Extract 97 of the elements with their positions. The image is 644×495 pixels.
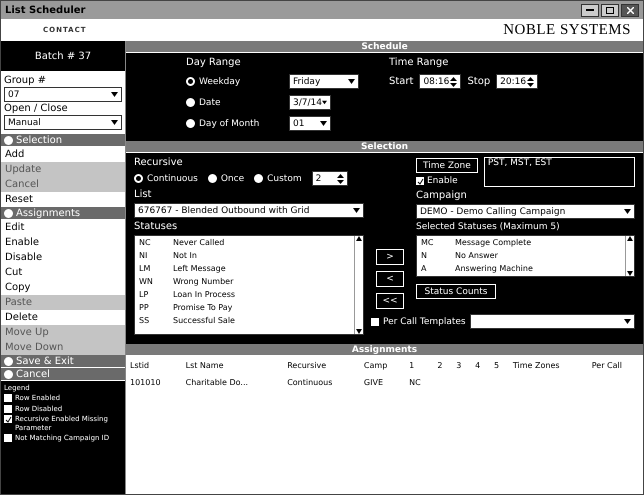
column-header: Lst Name (184, 360, 225, 372)
open-close-dropdown[interactable]: Manual (4, 115, 122, 130)
field-label: Selected Statuses (Maximum 5) (416, 222, 561, 232)
table-cell-text: Charitable Do... (184, 377, 250, 389)
list-row[interactable]: MC Message Complete (417, 236, 624, 249)
section-header: Selection (126, 141, 643, 153)
radio-button[interactable]: Date (186, 98, 281, 108)
campaign-dropdown[interactable]: DEMO - Demo Calling Campaign (416, 204, 635, 219)
checkbox[interactable] (371, 318, 379, 326)
time-zone-button[interactable]: Time Zone (416, 158, 478, 173)
list-row[interactable]: LP Loan In Process (135, 288, 353, 301)
column-header: 3 (455, 360, 462, 372)
maximize-button[interactable] (601, 4, 619, 16)
section-title: Selection (16, 134, 62, 146)
action-button[interactable]: Cancel (1, 368, 125, 381)
caret-icon (624, 319, 631, 324)
caret-icon (353, 208, 360, 213)
column-header: Camp (362, 360, 388, 372)
status-counts-button[interactable]: Status Counts (416, 284, 496, 299)
list-row[interactable]: LM Left Message (135, 262, 353, 275)
count-field[interactable]: 2 (312, 171, 348, 186)
radio-button[interactable]: Once (208, 174, 244, 184)
start-time-field[interactable]: 08:16 (419, 74, 462, 89)
circle-icon (4, 370, 13, 378)
radio-button[interactable]: Continuous (134, 174, 198, 184)
stop-time-field[interactable]: 20:16 (496, 74, 538, 89)
field-label: List (134, 189, 152, 200)
field-label: Stop (467, 76, 490, 87)
column-header: 2 (436, 360, 444, 372)
field-label: Start (389, 76, 414, 87)
spinner-icon (527, 76, 534, 86)
radio-button[interactable]: Day of Month (186, 118, 281, 128)
day-dropdown[interactable]: Friday (289, 74, 359, 89)
field-label: Group # (4, 75, 48, 86)
move-button[interactable]: > (376, 249, 404, 265)
column-header: 5 (493, 360, 500, 372)
move-button[interactable]: << (376, 293, 404, 309)
close-icon (626, 6, 634, 14)
brand-logo: NOBLE SYSTEMS (503, 22, 631, 38)
caret-icon (111, 120, 118, 125)
maximize-icon (606, 6, 614, 14)
spinner-icon (450, 76, 458, 86)
action-button[interactable]: Save & Exit (1, 355, 125, 368)
caret-icon (111, 92, 118, 97)
table-cell-text: GIVE (362, 377, 384, 389)
field-label: Day Range (186, 57, 242, 68)
day-dropdown[interactable]: 01 (289, 116, 331, 131)
field-label: Recursive (134, 157, 184, 168)
caret-icon (348, 79, 355, 84)
spinner-icon (336, 174, 344, 184)
batch-title: Batch # 37 (1, 41, 125, 71)
column-header: 1 (408, 360, 416, 372)
time-zones-field[interactable]: PST, MST, EST (484, 157, 635, 187)
scroll-down-icon (627, 271, 633, 276)
table-cell-text: 101010 (129, 377, 162, 389)
checkbox-label: Per Call Templates (383, 316, 466, 326)
caret-icon (624, 209, 631, 214)
move-button[interactable]: < (376, 271, 404, 287)
group-dropdown[interactable]: 07 (4, 87, 122, 102)
circle-icon (4, 356, 13, 366)
caret-icon (322, 100, 327, 105)
table-cell-text: Continuous (286, 377, 334, 389)
column-header: Per Call (590, 360, 623, 372)
list-row[interactable]: A Answering Machine (417, 262, 624, 275)
window-title: List Scheduler (5, 4, 86, 16)
list-dropdown[interactable]: 676767 - Blended Outbound with Grid (134, 203, 364, 218)
section-header: Schedule (126, 41, 643, 53)
column-header: Lstid (129, 360, 150, 372)
list-row[interactable]: NI Not In (135, 249, 353, 262)
checkbox[interactable] (416, 177, 424, 185)
minimize-icon (586, 9, 594, 11)
close-button[interactable] (621, 4, 639, 16)
column-header: 4 (474, 360, 482, 372)
section-header: Assignments (126, 344, 643, 356)
field-label: Campaign (416, 190, 468, 201)
list-row[interactable]: PP Promise To Pay (135, 301, 353, 314)
list-row[interactable]: NC Never Called (135, 236, 353, 249)
day-dropdown[interactable]: 3/7/14 (289, 95, 331, 110)
list-row[interactable]: SS Successful Sale (135, 314, 353, 327)
checkbox-label: Enable (427, 176, 458, 186)
minimize-button[interactable] (581, 4, 599, 16)
table-cell-text: NC (408, 377, 422, 389)
column-header: Recursive (286, 360, 328, 372)
field-label: Open / Close (4, 103, 69, 114)
caret-icon (320, 121, 327, 126)
field-label: Time Range (389, 57, 450, 68)
list-row[interactable]: WN Wrong Number (135, 275, 353, 288)
templates-dropdown[interactable] (470, 314, 635, 329)
scroll-up-icon (627, 236, 633, 241)
radio-button[interactable]: Custom (254, 174, 302, 184)
field-label: Statuses (134, 221, 178, 232)
section-title: Assignments (16, 208, 80, 218)
scroll-down-icon (356, 329, 362, 334)
radio-button[interactable]: Weekday (186, 76, 281, 86)
list-row[interactable]: N No Answer (417, 249, 624, 262)
column-header: Time Zones (512, 360, 561, 372)
scroll-up-icon (356, 236, 362, 241)
